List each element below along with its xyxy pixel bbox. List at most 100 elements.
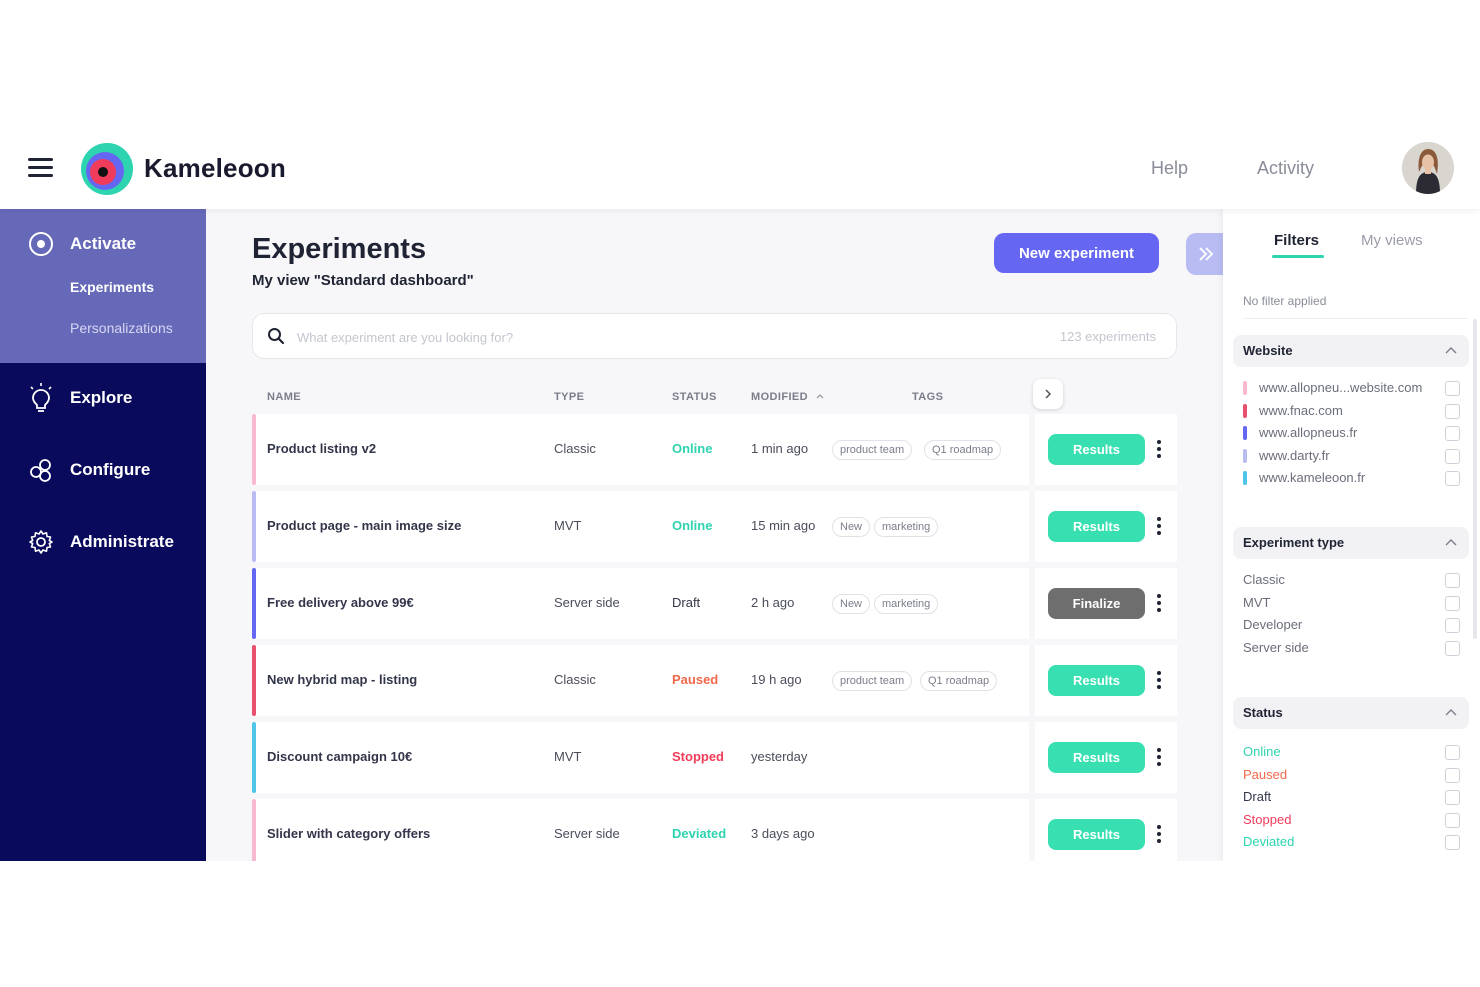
filter-item-type[interactable]: MVT <box>1243 593 1460 613</box>
row-name[interactable]: Slider with category offers <box>267 826 430 841</box>
results-button[interactable]: Results <box>1048 819 1145 850</box>
sidebar-item-label: Explore <box>70 388 133 407</box>
filter-section-experiment-type[interactable]: Experiment type <box>1233 527 1469 559</box>
row-tag[interactable]: marketing <box>874 517 939 537</box>
filter-item-type[interactable]: Server side <box>1243 638 1460 658</box>
row-modified: yesterday <box>751 749 808 764</box>
row-name[interactable]: Discount campaign 10€ <box>267 749 412 764</box>
filter-checkbox[interactable] <box>1445 790 1460 805</box>
row-site-color-bar <box>252 568 256 639</box>
site-color-dot <box>1243 449 1247 463</box>
filter-section-status[interactable]: Status <box>1233 697 1469 729</box>
filter-checkbox[interactable] <box>1445 404 1460 419</box>
column-header-tags[interactable]: TAGS <box>912 391 943 403</box>
column-header-name[interactable]: NAME <box>267 391 301 403</box>
filter-item-type[interactable]: Classic <box>1243 570 1460 590</box>
more-options-icon[interactable] <box>1152 436 1166 462</box>
filter-checkbox[interactable] <box>1445 596 1460 611</box>
table-row[interactable]: Discount campaign 10€ MVT Stopped yester… <box>252 722 1177 793</box>
user-avatar[interactable] <box>1402 142 1454 194</box>
filter-checkbox[interactable] <box>1445 618 1460 633</box>
results-button[interactable]: Results <box>1048 511 1145 542</box>
table-row[interactable]: Free delivery above 99€ Server side Draf… <box>252 568 1177 639</box>
row-tag[interactable]: product team <box>832 440 913 460</box>
filter-item-status[interactable]: Draft <box>1243 787 1460 807</box>
row-tag[interactable]: marketing <box>874 594 939 614</box>
column-header-modified[interactable]: MODIFIED <box>751 391 825 403</box>
activity-link[interactable]: Activity <box>1257 158 1314 179</box>
filter-checkbox[interactable] <box>1445 745 1460 760</box>
row-tag[interactable]: product team <box>832 671 913 691</box>
finalize-button[interactable]: Finalize <box>1048 588 1145 619</box>
row-tag[interactable]: Q1 roadmap <box>924 440 1002 460</box>
row-modified: 1 min ago <box>751 441 809 456</box>
row-name[interactable]: Free delivery above 99€ <box>267 595 414 610</box>
row-name[interactable]: Product listing v2 <box>267 441 376 456</box>
filter-checkbox[interactable] <box>1445 641 1460 656</box>
column-header-status[interactable]: STATUS <box>672 391 717 403</box>
results-button[interactable]: Results <box>1048 434 1145 465</box>
filter-checkbox[interactable] <box>1445 381 1460 396</box>
configure-nodes-icon <box>30 459 51 482</box>
filter-checkbox[interactable] <box>1445 426 1460 441</box>
filter-item-label: www.allopneus.fr <box>1259 425 1358 440</box>
column-header-modified-label: MODIFIED <box>751 391 808 403</box>
filter-item-status[interactable]: Paused <box>1243 765 1460 785</box>
row-name[interactable]: Product page - main image size <box>267 518 461 533</box>
sidebar-item-activate[interactable]: Activate <box>0 231 206 257</box>
tab-my-views[interactable]: My views <box>1361 232 1423 249</box>
row-tag[interactable]: Q1 roadmap <box>920 671 998 691</box>
filter-item-label: Server side <box>1243 640 1309 655</box>
filter-item-type[interactable]: Developer <box>1243 615 1460 635</box>
sidebar-subitem-experiments[interactable]: Experiments <box>70 279 154 295</box>
more-options-icon[interactable] <box>1152 744 1166 770</box>
more-options-icon[interactable] <box>1152 513 1166 539</box>
filter-item-website[interactable]: www.kameleoon.fr <box>1243 468 1460 488</box>
row-modified: 15 min ago <box>751 518 816 533</box>
help-link[interactable]: Help <box>1151 158 1188 179</box>
sidebar-subitem-personalizations[interactable]: Personalizations <box>70 320 173 336</box>
sidebar-item-administrate[interactable]: Administrate <box>0 529 206 555</box>
filter-checkbox[interactable] <box>1445 573 1460 588</box>
next-columns-button[interactable] <box>1033 379 1063 409</box>
more-options-icon[interactable] <box>1152 821 1166 847</box>
filter-checkbox[interactable] <box>1445 449 1460 464</box>
toggle-filters-button[interactable] <box>1186 233 1226 275</box>
filter-checkbox[interactable] <box>1445 471 1460 486</box>
filter-item-status[interactable]: Online <box>1243 742 1460 762</box>
row-modified: 3 days ago <box>751 826 815 841</box>
filter-item-website[interactable]: www.fnac.com <box>1243 401 1460 421</box>
results-button[interactable]: Results <box>1048 665 1145 696</box>
results-button[interactable]: Results <box>1048 742 1145 773</box>
filter-item-website[interactable]: www.darty.fr <box>1243 446 1460 466</box>
hamburger-menu-icon[interactable] <box>28 158 53 178</box>
filter-item-status[interactable]: Deviated <box>1243 832 1460 852</box>
tab-filters[interactable]: Filters <box>1274 232 1319 249</box>
gear-icon <box>29 530 53 554</box>
more-options-icon[interactable] <box>1152 667 1166 693</box>
more-options-icon[interactable] <box>1152 590 1166 616</box>
panel-scrollbar[interactable] <box>1473 319 1477 639</box>
filter-section-website[interactable]: Website <box>1233 335 1469 367</box>
search-bar: 123 experiments <box>252 313 1177 359</box>
filter-item-website[interactable]: www.allopneu...website.com <box>1243 378 1460 398</box>
sidebar-item-configure[interactable]: Configure <box>0 457 206 483</box>
table-row[interactable]: Product page - main image size MVT Onlin… <box>252 491 1177 562</box>
kameleoon-logo <box>81 143 133 195</box>
sidebar-item-explore[interactable]: Explore <box>0 383 206 413</box>
new-experiment-button[interactable]: New experiment <box>994 233 1159 273</box>
filter-checkbox[interactable] <box>1445 813 1460 828</box>
row-tag[interactable]: New <box>832 517 871 537</box>
table-row[interactable]: Product listing v2 Classic Online 1 min … <box>252 414 1177 485</box>
row-tag[interactable]: New <box>832 594 871 614</box>
table-row[interactable]: Slider with category offers Server side … <box>252 799 1177 861</box>
filter-checkbox[interactable] <box>1445 835 1460 850</box>
table-row[interactable]: New hybrid map - listing Classic Paused … <box>252 645 1177 716</box>
row-name[interactable]: New hybrid map - listing <box>267 672 417 687</box>
filter-checkbox[interactable] <box>1445 768 1460 783</box>
filter-item-status[interactable]: Stopped <box>1243 810 1460 830</box>
column-header-type[interactable]: TYPE <box>554 391 584 403</box>
filter-item-website[interactable]: www.allopneus.fr <box>1243 423 1460 443</box>
divider <box>1243 318 1468 319</box>
search-input[interactable] <box>297 322 1017 352</box>
